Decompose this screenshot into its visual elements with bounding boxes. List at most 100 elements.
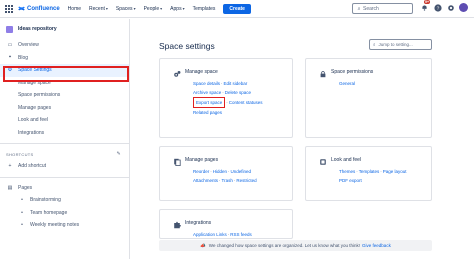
space-avatar-icon bbox=[6, 25, 13, 33]
svg-text:?: ? bbox=[436, 5, 439, 11]
link-page-layout[interactable]: Page layout bbox=[383, 169, 407, 174]
card-title: Space permissions bbox=[331, 69, 374, 75]
sidebar-item-overview[interactable]: ▭ Overview bbox=[0, 39, 129, 52]
bullet-icon: • bbox=[21, 209, 23, 216]
link-delete-space[interactable]: Delete space bbox=[225, 90, 251, 95]
brand-name: Confluence bbox=[27, 5, 60, 12]
card-links: Space details·Edit sidebar Archive space… bbox=[193, 81, 263, 115]
link-export-space[interactable]: Export space bbox=[193, 97, 226, 108]
chevron-down-icon: ▾ bbox=[160, 6, 163, 11]
link-restricted[interactable]: Restricted bbox=[236, 178, 256, 183]
sidebar-item-look-and-feel[interactable]: Look and feel bbox=[0, 114, 129, 127]
sidebar-item-space-settings[interactable]: ⚙ Space Settings bbox=[0, 64, 129, 77]
card-integrations: Integrations Application Links·RSS feeds… bbox=[159, 209, 293, 246]
page-tree-item[interactable]: • Team homepage bbox=[0, 207, 129, 220]
sidebar-item-manage-space[interactable]: Manage space bbox=[0, 77, 129, 90]
link-attachments[interactable]: Attachments bbox=[193, 178, 218, 183]
help-button[interactable]: ? bbox=[433, 3, 442, 12]
nav-recent-label: Recent bbox=[89, 5, 105, 12]
confluence-logo-icon bbox=[18, 6, 25, 11]
page-tree-label: Brainstorming bbox=[30, 197, 61, 204]
card-title: Look and feel bbox=[331, 157, 362, 163]
sidebar-item-pages[interactable]: ▤ Pages bbox=[0, 182, 129, 195]
bullet-icon: • bbox=[21, 222, 23, 229]
jump-to-setting-input[interactable]: ⌕ Jump to setting... bbox=[369, 39, 432, 50]
link-reorder[interactable]: Reorder bbox=[193, 169, 209, 174]
sidebar-item-label: Space permissions bbox=[18, 92, 61, 99]
nav-spaces-label: Spaces bbox=[115, 5, 133, 12]
sidebar-item-space-permissions[interactable]: Space permissions bbox=[0, 89, 129, 102]
nav-home-label: Home bbox=[67, 5, 82, 12]
nav-templates-label: Templates bbox=[192, 5, 216, 12]
link-themes[interactable]: Themes bbox=[339, 169, 355, 174]
user-avatar[interactable] bbox=[459, 3, 468, 12]
link-undefined[interactable]: Undefined bbox=[231, 169, 252, 174]
card-links: Reorder·Hidden·Undefined Attachments·Tra… bbox=[193, 169, 257, 183]
plus-icon: + bbox=[8, 163, 12, 170]
sidebar-item-label: Blog bbox=[18, 54, 29, 61]
gear-icon: ⚙ bbox=[7, 67, 13, 74]
overview-icon: ▭ bbox=[7, 42, 13, 49]
jump-placeholder: Jump to setting... bbox=[378, 42, 413, 47]
link-pdf-export[interactable]: PDF export bbox=[339, 178, 362, 183]
confluence-logo[interactable]: Confluence bbox=[18, 5, 60, 12]
nav-apps[interactable]: Apps ▾ bbox=[170, 6, 184, 12]
nav-recent[interactable]: Recent ▾ bbox=[89, 6, 108, 12]
search-placeholder: Search bbox=[363, 5, 379, 12]
sidebar-item-label: Overview bbox=[18, 42, 39, 49]
settings-button[interactable] bbox=[446, 3, 455, 12]
link-archive-space[interactable]: Archive space bbox=[193, 90, 221, 95]
notifications-button[interactable]: 9+ bbox=[420, 0, 430, 12]
search-icon: ⌕ bbox=[373, 42, 376, 47]
page-tree-label: Weekly meeting notes bbox=[30, 222, 80, 229]
search-icon: ⌕ bbox=[357, 5, 361, 12]
sidebar-item-blog[interactable]: ❝ Blog bbox=[0, 52, 129, 65]
pages-icon: ▤ bbox=[7, 184, 13, 191]
chevron-down-icon: ▾ bbox=[133, 6, 136, 11]
main-content: Space settings ⌕ Jump to setting... Mana… bbox=[131, 19, 474, 259]
nav-spaces[interactable]: Spaces ▾ bbox=[116, 6, 136, 12]
help-icon: ? bbox=[433, 3, 442, 12]
space-name: Ideas repository bbox=[18, 26, 57, 32]
link-related-pages[interactable]: Related pages bbox=[193, 110, 222, 115]
page-tree-label: Team homepage bbox=[30, 209, 68, 216]
link-application-links[interactable]: Application Links bbox=[193, 232, 227, 237]
gear-icon bbox=[447, 4, 454, 11]
nav-people[interactable]: People ▾ bbox=[144, 6, 163, 12]
card-space-permissions: Space permissions General bbox=[305, 58, 432, 138]
page-tree-item[interactable]: • Brainstorming bbox=[0, 194, 129, 207]
sidebar-item-label: Space Settings bbox=[18, 67, 52, 74]
create-button[interactable]: Create bbox=[223, 3, 251, 14]
link-hidden[interactable]: Hidden bbox=[213, 169, 227, 174]
link-trash[interactable]: Trash bbox=[222, 178, 233, 183]
sidebar-divider bbox=[0, 176, 129, 178]
edit-icon[interactable]: ✎ bbox=[117, 151, 122, 157]
notification-badge: 9+ bbox=[424, 0, 430, 4]
card-title: Integrations bbox=[185, 220, 212, 226]
megaphone-icon: 📣 bbox=[200, 242, 206, 248]
nav-templates[interactable]: Templates bbox=[193, 6, 216, 12]
link-templates[interactable]: Templates bbox=[359, 169, 380, 174]
bullet-icon: • bbox=[21, 197, 23, 204]
sidebar-divider bbox=[0, 143, 129, 144]
space-header[interactable]: Ideas repository bbox=[0, 19, 129, 39]
add-shortcut-button[interactable]: + Add shortcut bbox=[0, 160, 129, 173]
space-sidebar: Ideas repository ▭ Overview ❝ Blog ⚙ Spa… bbox=[0, 19, 130, 259]
sidebar-item-integrations[interactable]: Integrations bbox=[0, 127, 129, 140]
link-rss-feeds[interactable]: RSS feeds bbox=[230, 232, 252, 237]
sidebar-item-manage-pages[interactable]: Manage pages bbox=[0, 102, 129, 115]
sidebar-item-label: Pages bbox=[18, 184, 33, 191]
nav-home[interactable]: Home bbox=[68, 6, 81, 12]
shortcuts-label: SHORTCUTS bbox=[6, 151, 34, 157]
link-edit-sidebar[interactable]: Edit sidebar bbox=[224, 81, 248, 86]
app-switcher-icon[interactable] bbox=[5, 4, 13, 13]
give-feedback-link[interactable]: Give feedback bbox=[362, 243, 391, 248]
page-tree-item[interactable]: • Weekly meeting notes bbox=[0, 219, 129, 232]
link-content-statuses[interactable]: Content statuses bbox=[229, 100, 263, 105]
link-space-details[interactable]: Space details bbox=[193, 81, 220, 86]
sidebar-item-label: Integrations bbox=[18, 129, 45, 136]
card-manage-pages: Manage pages Reorder·Hidden·Undefined At… bbox=[159, 146, 293, 201]
card-links: General bbox=[339, 79, 355, 88]
search-input[interactable]: ⌕ Search bbox=[352, 3, 413, 14]
link-general[interactable]: General bbox=[339, 81, 355, 86]
